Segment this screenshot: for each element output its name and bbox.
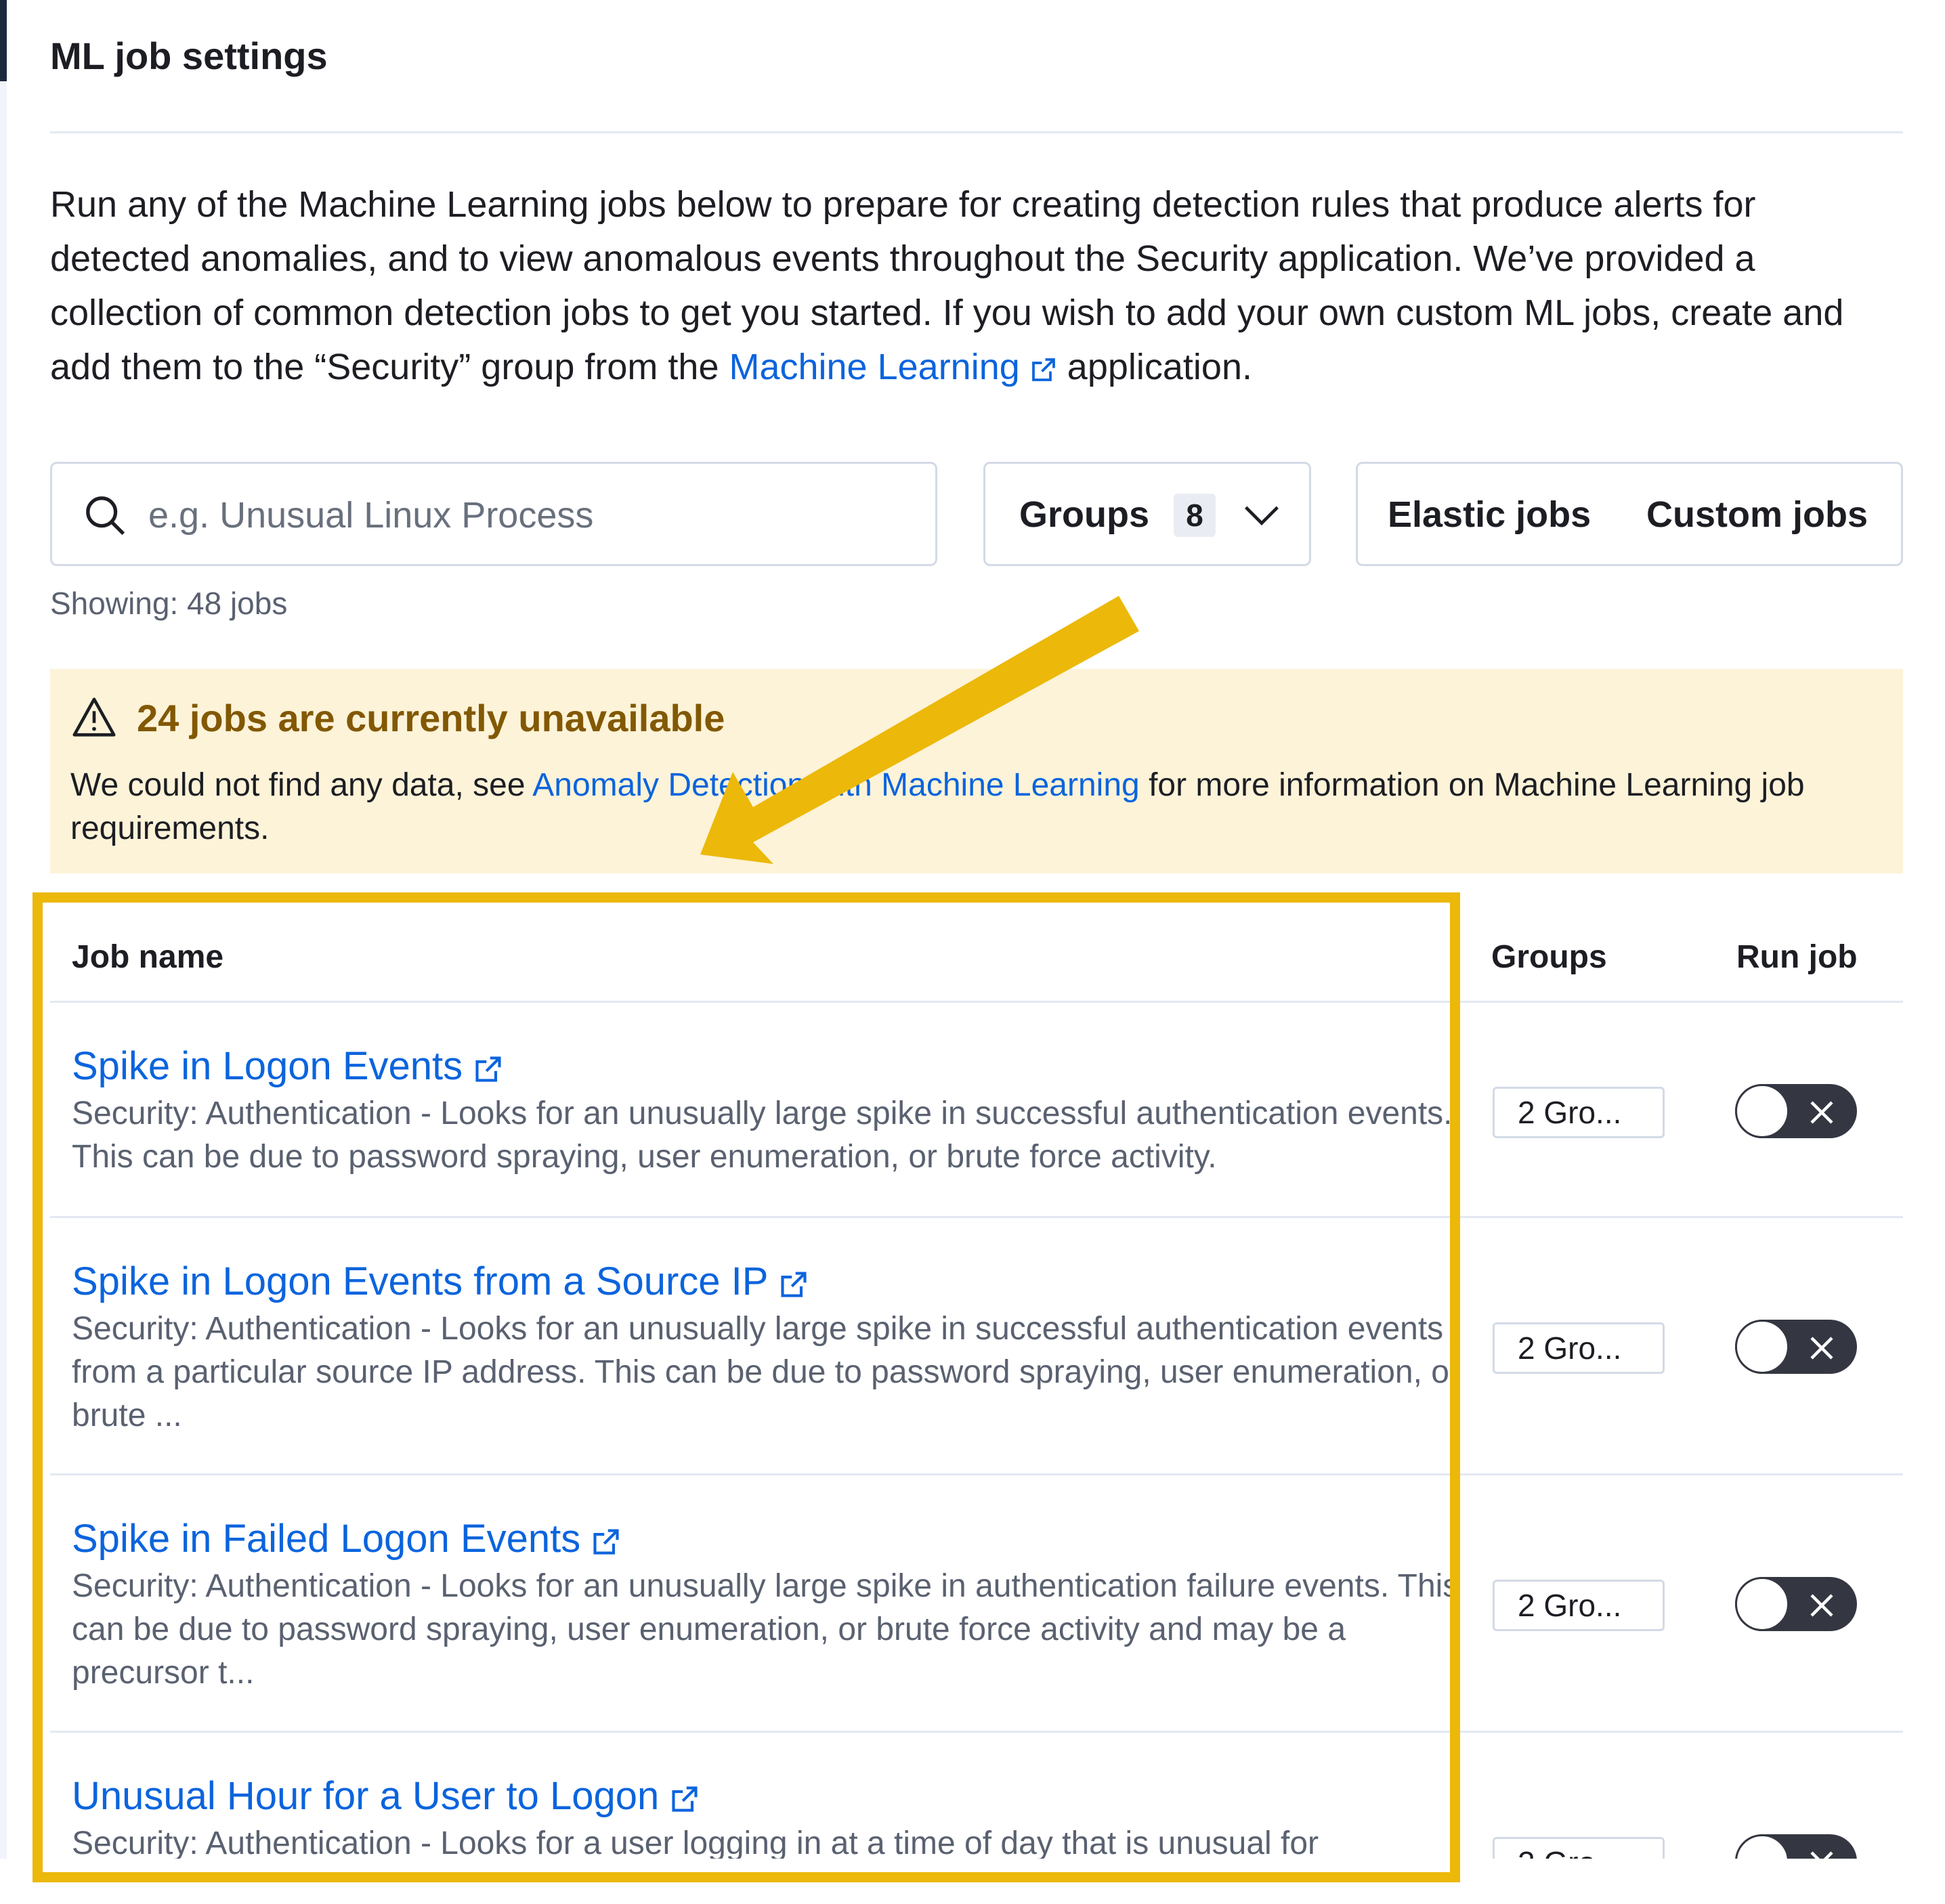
job-name: Spike in Logon Events (72, 1044, 463, 1088)
background-app-strip (0, 0, 7, 1904)
unavailable-jobs-callout: 24 jobs are currently unavailable We cou… (50, 669, 1903, 873)
table-row: Spike in Failed Logon Events Security: A… (50, 1475, 1903, 1733)
run-job-switch[interactable] (1735, 1577, 1857, 1631)
table-row: Spike in Logon Events Security: Authenti… (50, 1003, 1903, 1218)
job-type-filter: Elastic jobs Custom jobs (1356, 462, 1903, 566)
close-icon (1810, 1101, 1833, 1124)
column-header-job-name: Job name (72, 939, 224, 975)
job-name: Spike in Logon Events from a Source IP (72, 1259, 768, 1303)
job-name: Spike in Failed Logon Events (72, 1517, 581, 1561)
switch-knob (1735, 1320, 1789, 1374)
intro-text: Run any of the Machine Learning jobs bel… (50, 177, 1906, 394)
chevron-down-icon (1245, 506, 1279, 525)
search-input[interactable] (147, 484, 908, 546)
job-name-link[interactable]: Spike in Logon Events from a Source IP (72, 1259, 809, 1304)
warning-icon (72, 697, 116, 737)
external-link-icon (593, 1529, 619, 1555)
run-job-switch[interactable] (1735, 1320, 1857, 1374)
external-link-icon (1031, 358, 1055, 381)
machine-learning-link[interactable]: Machine Learning (729, 347, 1056, 387)
groups-filter-label: Groups (1019, 494, 1150, 535)
run-job-switch[interactable] (1735, 1084, 1857, 1138)
close-icon (1810, 1594, 1833, 1617)
search-icon (86, 496, 125, 536)
custom-jobs-filter[interactable]: Custom jobs (1646, 494, 1868, 536)
external-link-icon (780, 1272, 807, 1297)
column-header-run-job: Run job (1736, 939, 1858, 975)
close-icon (1810, 1337, 1833, 1360)
groups-count-badge: 8 (1174, 494, 1216, 537)
machine-learning-link-label: Machine Learning (729, 347, 1020, 387)
scroll-clip (0, 1859, 1945, 1904)
column-header-groups: Groups (1491, 939, 1607, 975)
title-divider (50, 131, 1903, 133)
job-description: Security: Authentication - Looks for an … (72, 1311, 1460, 1433)
intro-suffix: application. (1056, 347, 1252, 387)
callout-body: We could not find any data, see Anomaly … (70, 764, 1885, 850)
job-description: Security: Authentication - Looks for an … (72, 1096, 1453, 1175)
groups-filter-button[interactable]: Groups 8 (983, 462, 1311, 566)
background-app-header (0, 0, 7, 81)
panel-title: ML job settings (50, 35, 328, 77)
switch-knob (1735, 1577, 1789, 1631)
job-name: Unusual Hour for a User to Logon (72, 1774, 660, 1818)
groups-badge[interactable]: 2 Gro... (1493, 1580, 1665, 1631)
callout-title: 24 jobs are currently unavailable (137, 697, 725, 739)
anomaly-detection-link[interactable]: Anomaly Detection with Machine Learning (532, 767, 1139, 803)
job-name-link[interactable]: Spike in Logon Events (72, 1043, 503, 1089)
search-field[interactable] (50, 462, 937, 566)
job-name-link[interactable]: Spike in Failed Logon Events (72, 1516, 621, 1561)
job-name-link[interactable]: Unusual Hour for a User to Logon (72, 1773, 700, 1819)
external-link-icon (475, 1056, 501, 1082)
groups-badge[interactable]: 2 Gro... (1493, 1087, 1665, 1138)
switch-knob (1735, 1084, 1789, 1138)
table-row: Spike in Logon Events from a Source IP S… (50, 1218, 1903, 1475)
callout-body-prefix: We could not find any data, see (70, 767, 533, 803)
groups-badge[interactable]: 2 Gro... (1493, 1322, 1665, 1374)
job-description: Security: Authentication - Looks for an … (72, 1568, 1459, 1691)
external-link-icon (672, 1786, 698, 1812)
elastic-jobs-filter[interactable]: Elastic jobs (1388, 494, 1591, 536)
showing-count: Showing: 48 jobs (50, 586, 288, 621)
